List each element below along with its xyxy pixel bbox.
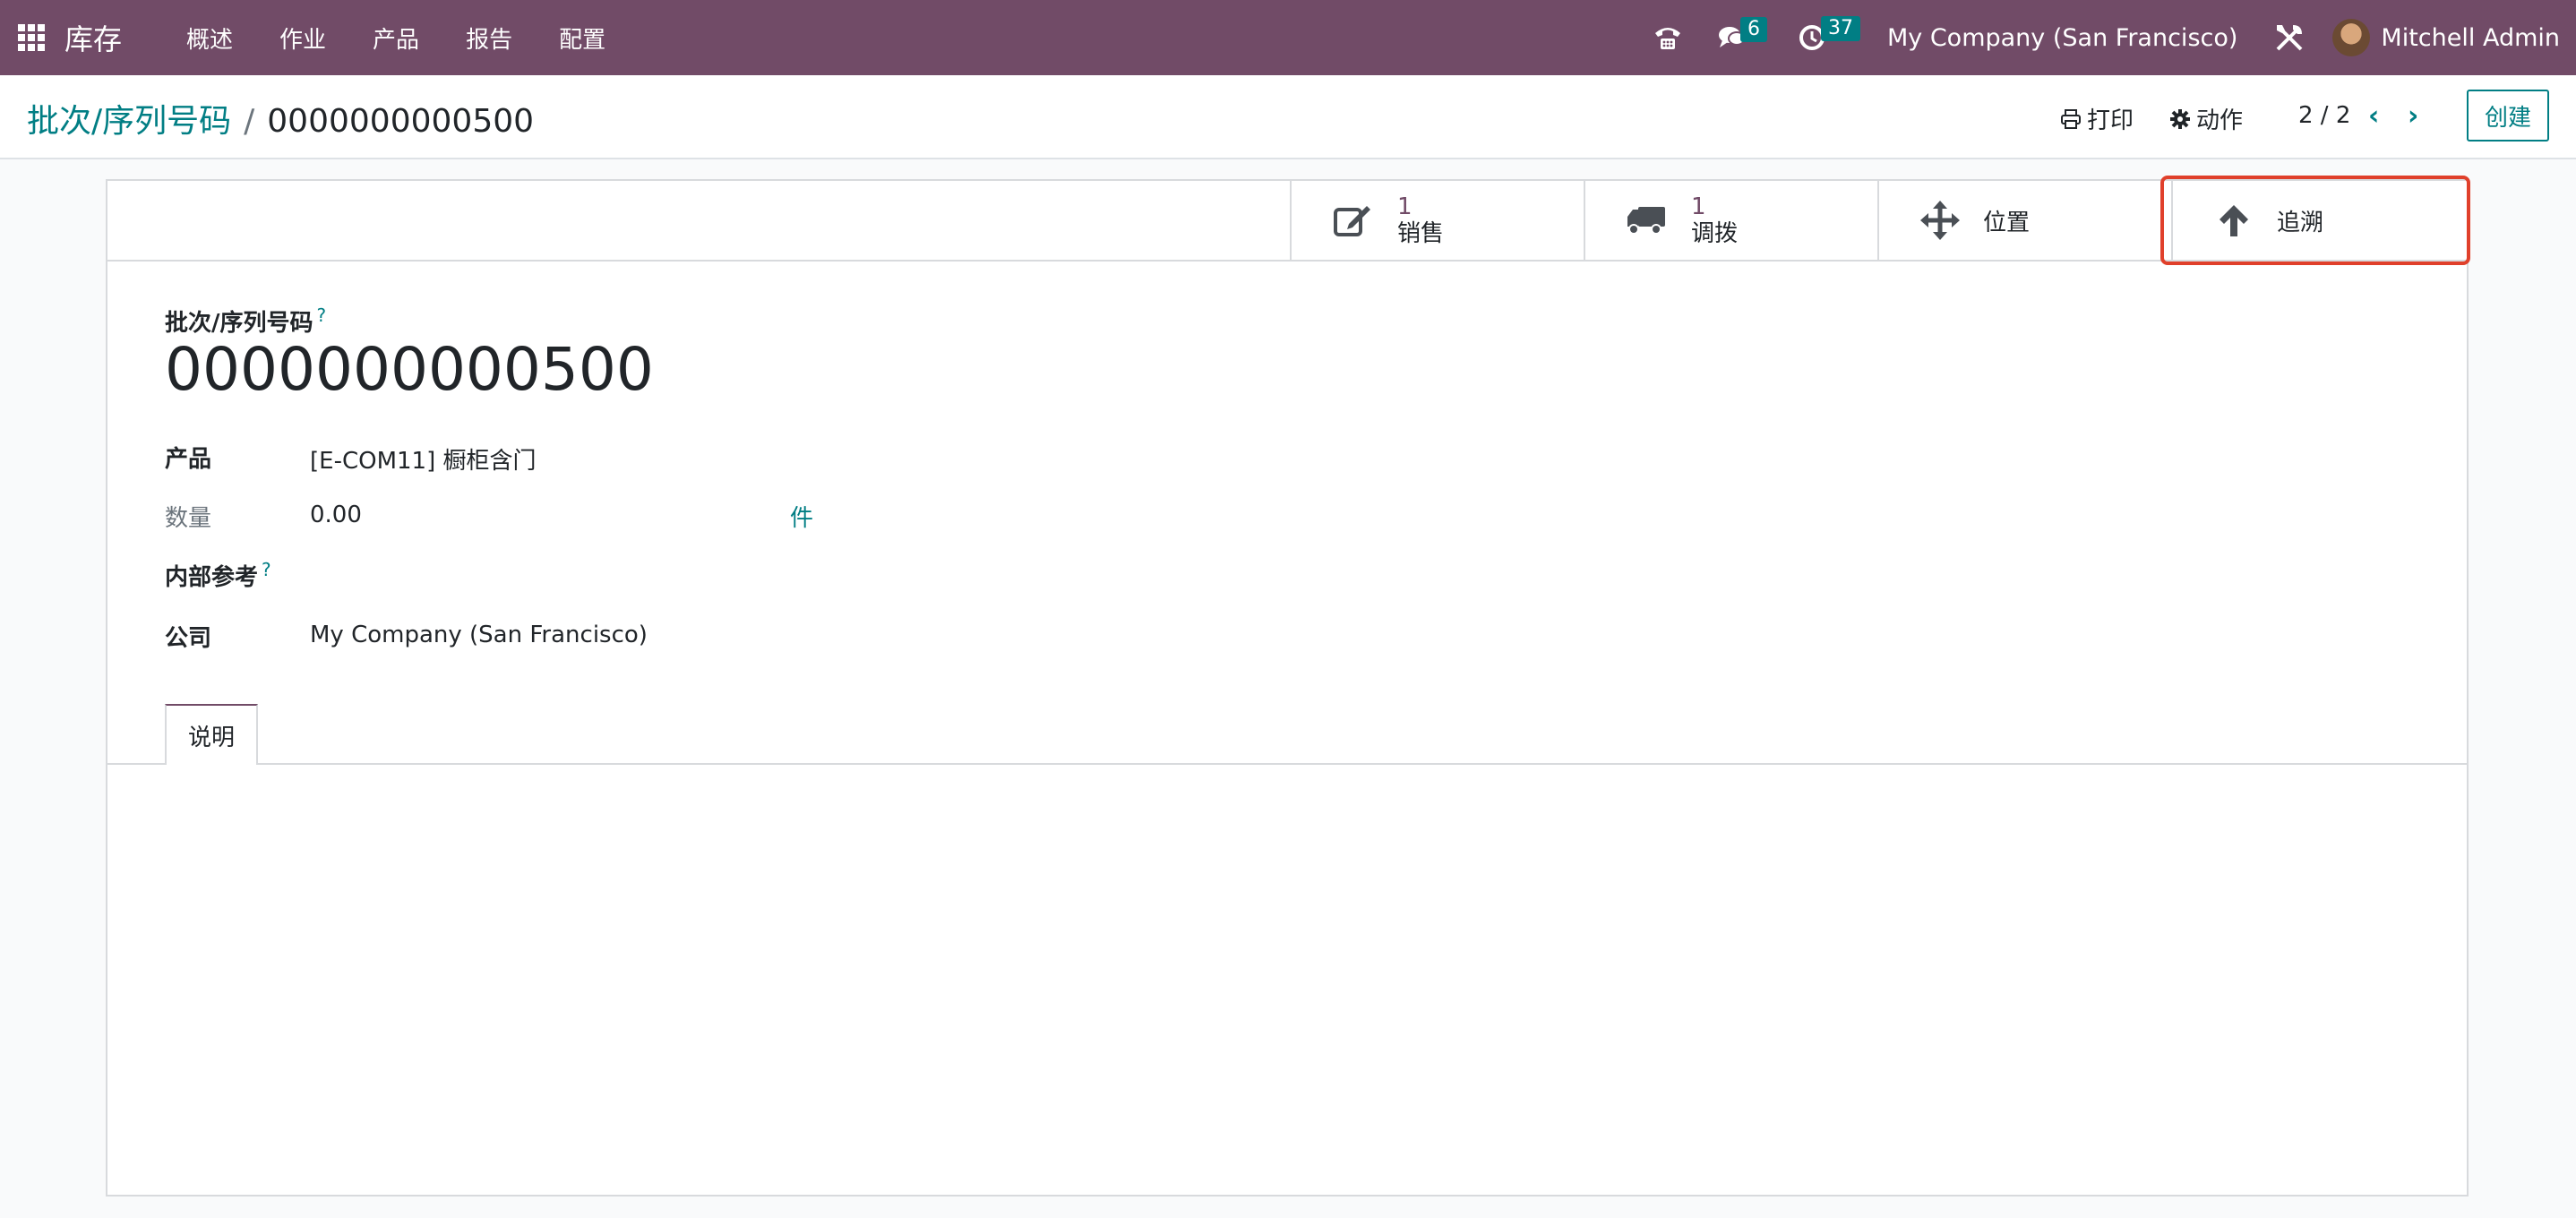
menu-item-overview[interactable]: 概述 bbox=[163, 21, 256, 55]
company-value[interactable]: My Company (San Francisco) bbox=[310, 622, 648, 648]
action-button[interactable]: 动作 bbox=[2169, 102, 2243, 135]
notebook-tab-divider bbox=[107, 763, 2467, 765]
traceability-smart-button[interactable]: 追溯 bbox=[2171, 181, 2465, 260]
quantity-label: 数量 bbox=[165, 505, 212, 532]
internal-reference-help[interactable]: ? bbox=[262, 559, 271, 580]
print-label: 打印 bbox=[2087, 107, 2134, 134]
quantity-value: 0.00 bbox=[310, 502, 362, 528]
company-switcher[interactable]: My Company (San Francisco) bbox=[1887, 24, 2237, 52]
transfers-count: 1 bbox=[1691, 193, 1706, 220]
edit-icon bbox=[1326, 202, 1379, 238]
transfers-label: 调拨 bbox=[1691, 220, 1739, 247]
sales-smart-button[interactable]: 1 销售 bbox=[1290, 181, 1584, 260]
move-arrows-icon bbox=[1913, 201, 1967, 240]
print-icon bbox=[2061, 108, 2081, 129]
debug-tools-icon[interactable] bbox=[2273, 21, 2306, 54]
navbar-systray: 6 37 My Company (San Francisco) Mitchell… bbox=[1653, 0, 2576, 75]
print-button[interactable]: 打印 bbox=[2060, 102, 2134, 135]
breadcrumb-current: 0000000000500 bbox=[267, 103, 535, 140]
messages-badge: 6 bbox=[1739, 17, 1767, 42]
sales-count: 1 bbox=[1397, 193, 1413, 220]
tab-description[interactable]: 说明 bbox=[165, 704, 258, 765]
internal-reference-label: 内部参考? bbox=[165, 559, 271, 591]
app-brand[interactable]: 库存 bbox=[64, 17, 122, 58]
lot-number-help[interactable]: ? bbox=[317, 304, 327, 326]
form-sheet: 1 销售 1 调拨 位置 追溯 批次/序列号码 ? 0000000000500 … bbox=[106, 179, 2469, 1197]
company-label: 公司 bbox=[165, 625, 212, 652]
phone-icon[interactable] bbox=[1653, 24, 1683, 51]
traceability-label: 追溯 bbox=[2277, 209, 2324, 236]
sales-label: 销售 bbox=[1397, 220, 1445, 247]
activities-badge: 37 bbox=[1820, 16, 1860, 41]
user-menu[interactable]: Mitchell Admin bbox=[2381, 24, 2560, 52]
transfers-smart-button[interactable]: 1 调拨 bbox=[1584, 181, 1877, 260]
product-label: 产品 bbox=[165, 446, 212, 473]
apps-menu-icon[interactable] bbox=[18, 24, 45, 51]
pager-value[interactable]: 2 / 2 bbox=[2298, 102, 2350, 129]
activity-clock-icon[interactable]: 37 bbox=[1798, 16, 1860, 52]
action-label: 动作 bbox=[2196, 107, 2244, 134]
pager-next-icon[interactable]: › bbox=[2408, 100, 2418, 132]
arrow-up-icon bbox=[2207, 202, 2261, 238]
breadcrumb-separator: / bbox=[244, 103, 255, 140]
menu-item-operations[interactable]: 作业 bbox=[256, 21, 349, 55]
user-avatar[interactable] bbox=[2332, 19, 2371, 56]
truck-icon bbox=[1619, 204, 1673, 236]
lot-number-value[interactable]: 0000000000500 bbox=[165, 335, 654, 404]
create-button[interactable]: 创建 bbox=[2467, 90, 2549, 142]
main-menu: 概述 作业 产品 报告 配置 bbox=[163, 21, 629, 55]
menu-item-reporting[interactable]: 报告 bbox=[442, 21, 536, 55]
breadcrumb-parent-link[interactable]: 批次/序列号码 bbox=[27, 103, 231, 140]
pager-previous-icon[interactable]: ‹ bbox=[2368, 100, 2379, 132]
location-label: 位置 bbox=[1983, 209, 2031, 236]
location-smart-button[interactable]: 位置 bbox=[1877, 181, 2171, 260]
breadcrumb: 批次/序列号码 / 0000000000500 bbox=[27, 95, 534, 142]
uom-link[interactable]: 件 bbox=[790, 500, 813, 533]
messages-icon[interactable]: 6 bbox=[1717, 17, 1767, 51]
menu-item-configuration[interactable]: 配置 bbox=[536, 21, 629, 55]
lot-number-label: 批次/序列号码? bbox=[165, 304, 327, 337]
product-value[interactable]: [E-COM11] 橱柜含门 bbox=[310, 442, 537, 476]
menu-item-products[interactable]: 产品 bbox=[349, 21, 442, 55]
control-panel: 批次/序列号码 / 0000000000500 打印 动作 2 / 2 ‹ › 创建 bbox=[0, 75, 2576, 159]
gear-icon bbox=[2170, 108, 2190, 129]
top-navbar: 库存 概述 作业 产品 报告 配置 6 37 My Company (San F… bbox=[0, 0, 2576, 75]
smart-button-box: 1 销售 1 调拨 位置 追溯 bbox=[107, 181, 2467, 262]
